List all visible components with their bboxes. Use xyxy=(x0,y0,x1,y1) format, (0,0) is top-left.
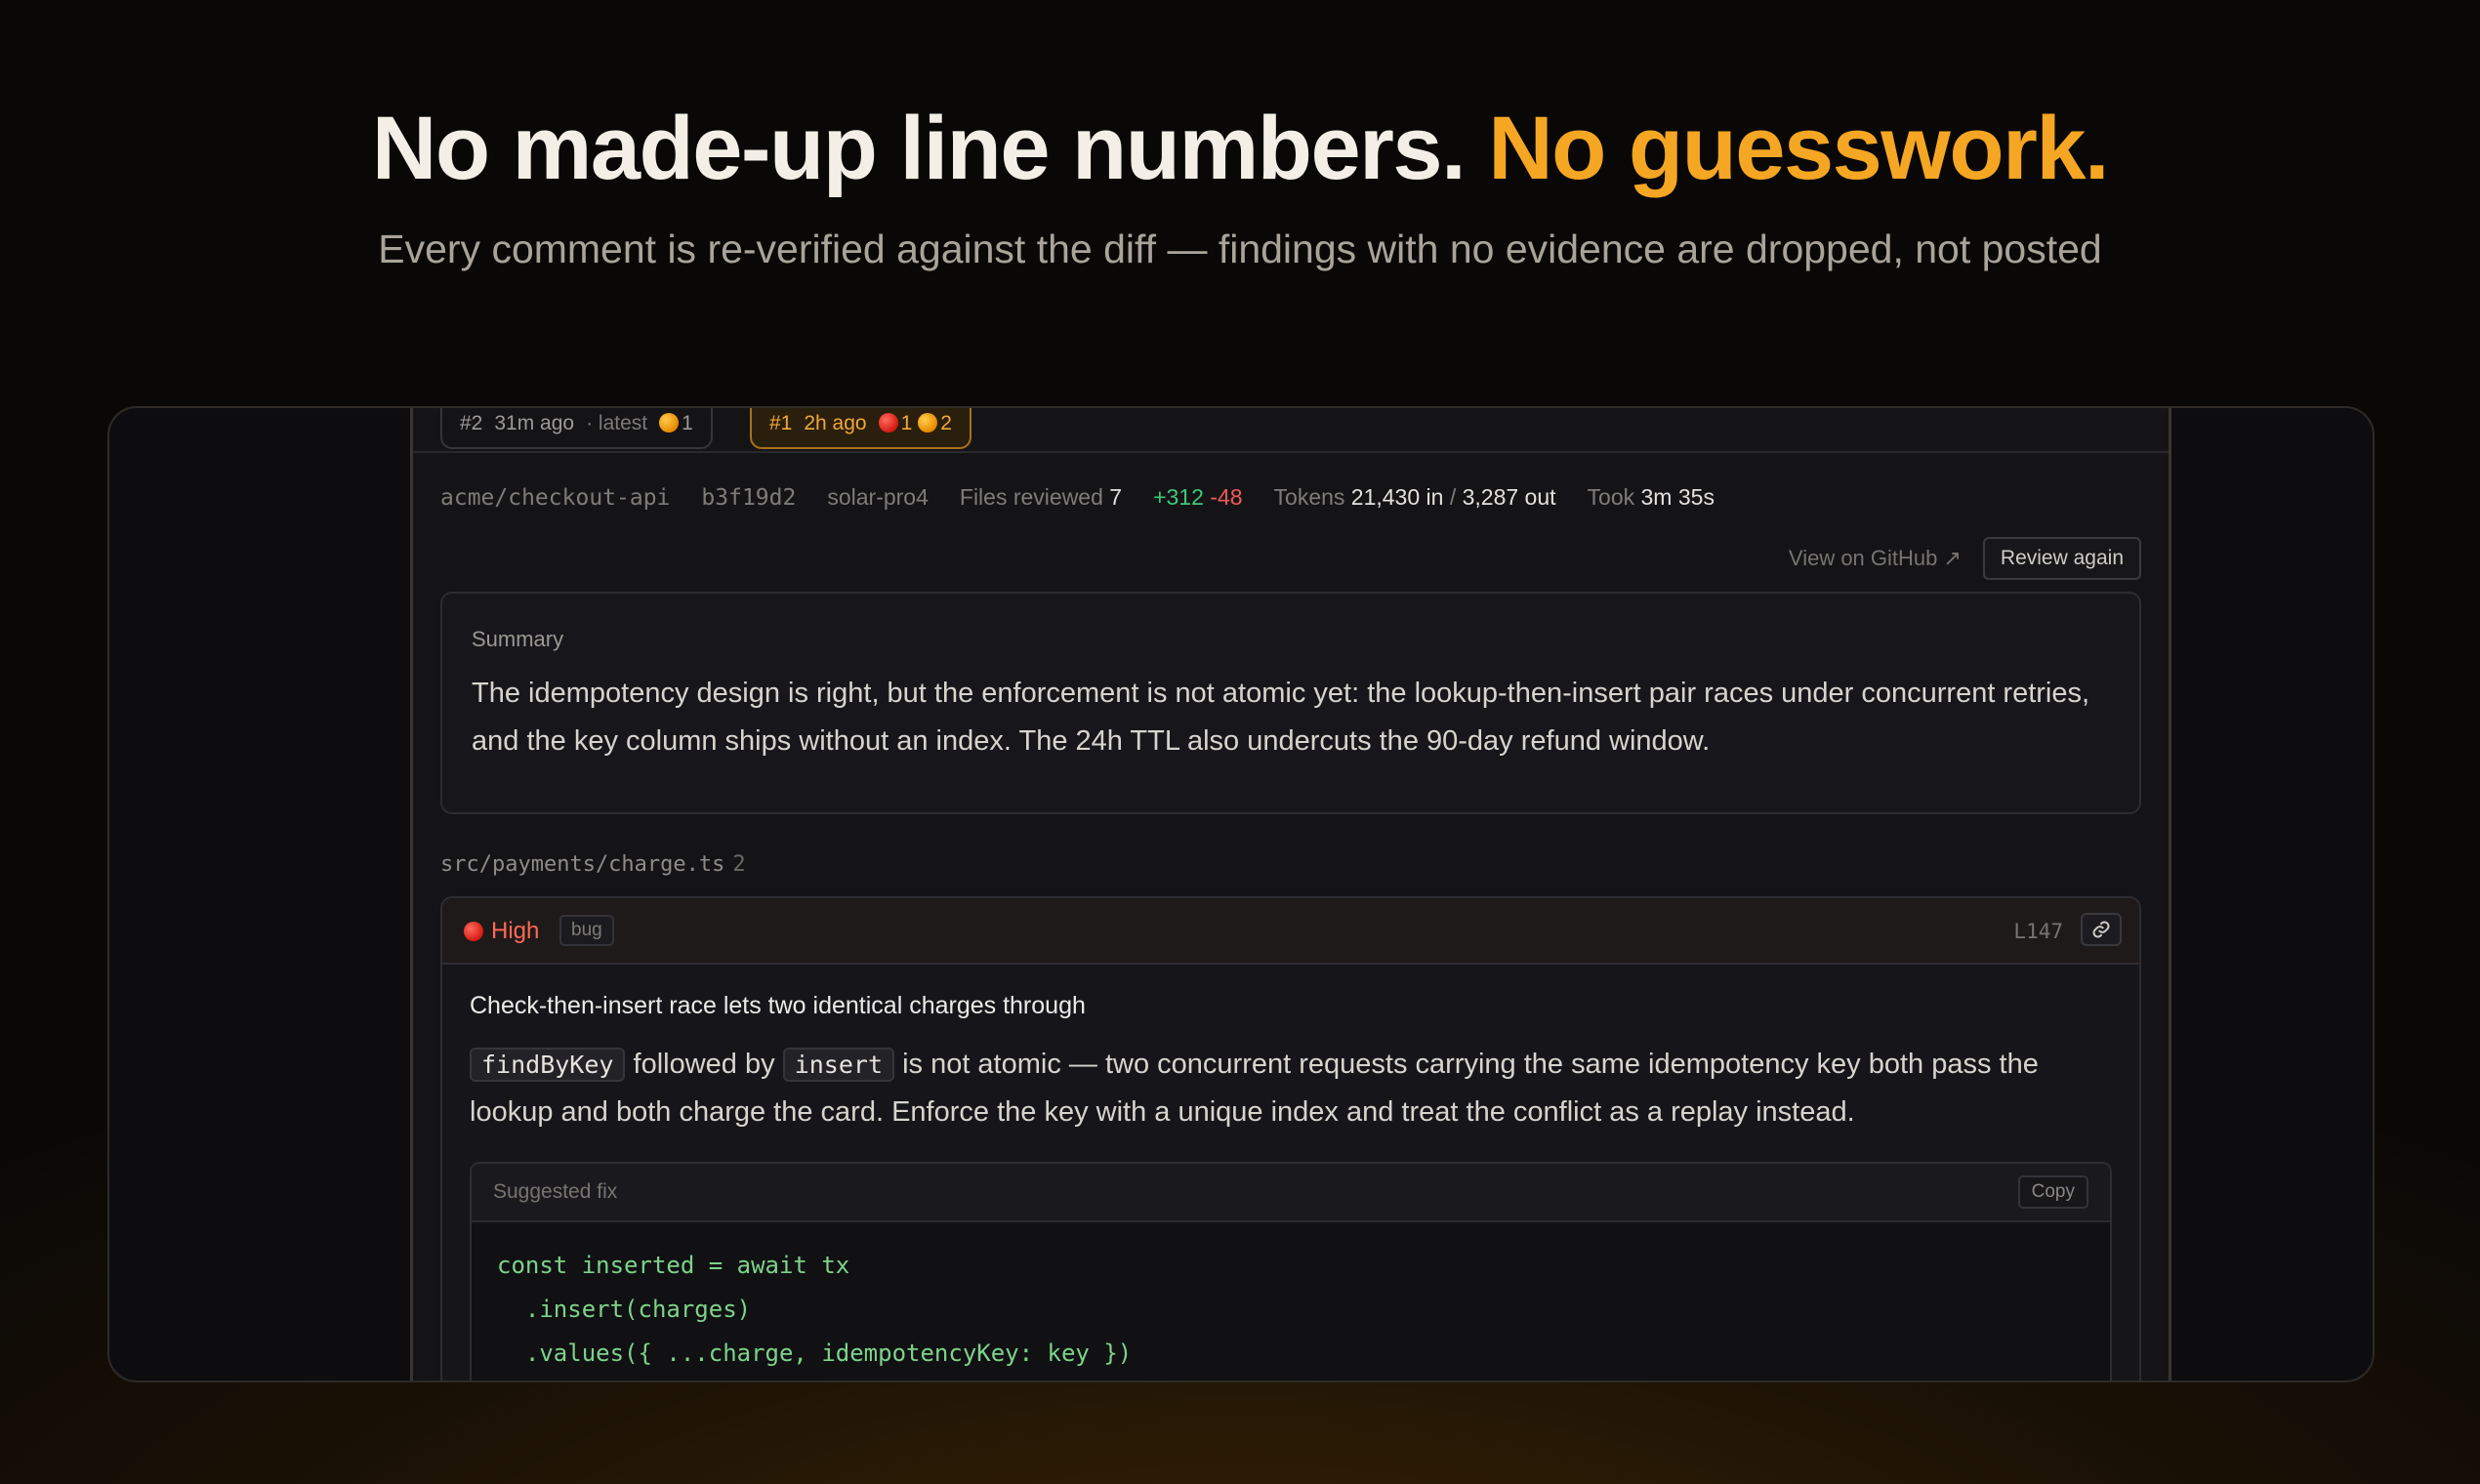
suggested-fix: Suggested fix Copy const inserted = awai… xyxy=(470,1162,2112,1381)
repo-name: acme/checkout-api xyxy=(440,485,671,511)
code-line: const inserted = await tx xyxy=(497,1252,850,1279)
medium-count: 1 xyxy=(659,412,693,435)
inline-code: findByKey xyxy=(470,1048,626,1082)
suggested-fix-header: Suggested fix Copy xyxy=(472,1164,2110,1222)
file-path: src/payments/charge.ts xyxy=(440,852,725,877)
category-tag: bug xyxy=(559,915,614,946)
finding-card: High bug L147 Check-then-insert race let… xyxy=(440,896,2141,1381)
suggested-fix-label: Suggested fix xyxy=(493,1180,618,1203)
review-duration: Took 3m 35s xyxy=(1587,484,1715,510)
inline-code: insert xyxy=(782,1048,894,1082)
finding-header: High bug L147 xyxy=(442,898,2139,965)
review-meta: acme/checkout-api b3f19d2 solar-pro4 Fil… xyxy=(440,484,1746,511)
summary-card: Summary The idempotency design is right,… xyxy=(440,592,2141,814)
line-reference[interactable]: L147 xyxy=(2013,920,2063,943)
code-block[interactable]: const inserted = await tx .insert(charge… xyxy=(497,1244,1132,1376)
severity-badge: High xyxy=(464,918,539,945)
medium-severity-icon xyxy=(659,413,680,433)
run-tabs: #2 31m ago · latest 1 #1 2h ago 1 2 xyxy=(413,408,2169,453)
token-usage: Tokens 21,430 in / 3,287 out xyxy=(1273,484,1556,510)
finding-description: findByKey followed by insert is not atom… xyxy=(470,1048,2039,1128)
finding-title: Check-then-insert race lets two identica… xyxy=(470,992,1086,1019)
commit-sha: b3f19d2 xyxy=(701,485,797,511)
headline: No made-up line numbers. No guesswork. xyxy=(0,98,2480,200)
model-name: solar-pro4 xyxy=(827,484,929,510)
severity-label: High xyxy=(491,918,540,944)
medium-count: 2 xyxy=(918,412,952,435)
run-age: 2h ago xyxy=(804,412,867,434)
review-panel: #2 31m ago · latest 1 #1 2h ago 1 2 acme… xyxy=(410,408,2171,1381)
file-header[interactable]: src/payments/charge.ts 2 xyxy=(440,851,746,877)
diff-stats: +312 -48 xyxy=(1153,484,1243,510)
medium-severity-icon xyxy=(918,413,938,433)
copy-button[interactable]: Copy xyxy=(2017,1175,2088,1209)
headline-accent: No guesswork. xyxy=(1488,99,2109,198)
high-severity-icon xyxy=(878,413,898,433)
review-again-button[interactable]: Review again xyxy=(1982,537,2141,580)
view-on-github-link[interactable]: View on GitHub ↗ xyxy=(1789,546,1962,571)
permalink-button[interactable] xyxy=(2081,913,2122,946)
high-severity-icon xyxy=(464,922,483,941)
run-age: 31m ago xyxy=(494,412,575,434)
link-icon xyxy=(2092,921,2110,938)
run-id: #1 xyxy=(769,412,793,434)
subheadline: Every comment is re-verified against the… xyxy=(378,227,2102,271)
high-count: 1 xyxy=(878,412,912,435)
run-id: #2 xyxy=(460,412,483,434)
headline-main: No made-up line numbers. xyxy=(371,99,1467,198)
summary-text: The idempotency design is right, but the… xyxy=(472,678,2090,757)
summary-label: Summary xyxy=(472,627,564,651)
run-tab-1[interactable]: #1 2h ago 1 2 xyxy=(750,408,971,449)
run-tab-2[interactable]: #2 31m ago · latest 1 xyxy=(440,408,713,449)
run-latest-label: · latest xyxy=(586,412,648,434)
app-window: #2 31m ago · latest 1 #1 2h ago 1 2 acme… xyxy=(107,406,2375,1382)
files-reviewed: Files reviewed 7 xyxy=(959,484,1123,510)
file-finding-count: 2 xyxy=(732,852,746,877)
code-line: .values({ ...charge, idempotencyKey: key… xyxy=(497,1340,1133,1367)
review-actions: View on GitHub ↗ Review again xyxy=(1789,537,2141,580)
code-line: .insert(charges) xyxy=(497,1296,752,1323)
